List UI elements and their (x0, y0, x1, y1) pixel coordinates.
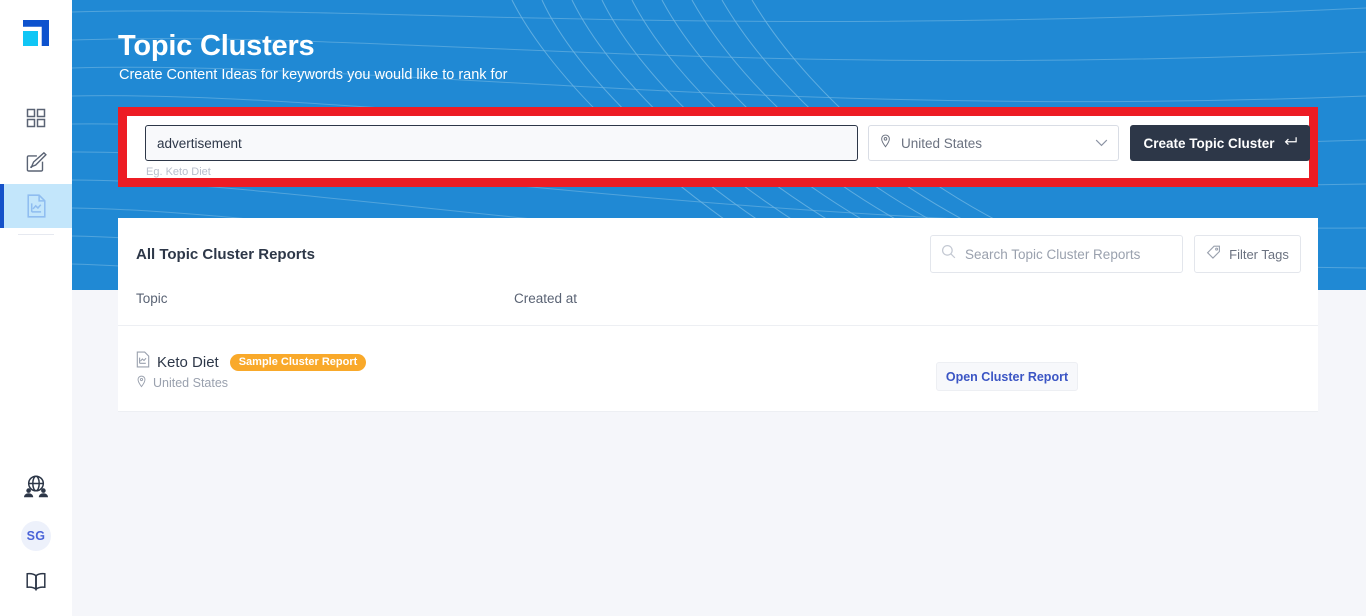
sidebar-divider (18, 234, 54, 235)
topic-input[interactable] (145, 125, 858, 161)
topic-input-hint: Eg. Keto Diet (146, 166, 211, 178)
table-row[interactable]: Keto Diet Sample Cluster Report United S… (118, 326, 1318, 412)
country-select[interactable]: United States (868, 125, 1119, 161)
chevron-down-icon (1095, 134, 1108, 152)
grid-icon (26, 108, 46, 128)
logo-mark-icon (21, 18, 51, 48)
sidebar-item-dashboard[interactable] (0, 96, 72, 140)
sidebar-item-topic-clusters[interactable] (0, 184, 72, 228)
reports-card: All Topic Cluster Reports Fi (118, 218, 1318, 412)
sidebar-item-community[interactable] (0, 464, 72, 512)
column-header-created-at: Created at (514, 291, 577, 306)
report-search-input[interactable] (965, 247, 1172, 262)
create-topic-cluster-button[interactable]: Create Topic Cluster (1130, 125, 1310, 161)
country-select-value: United States (901, 136, 1095, 151)
reports-section-title: All Topic Cluster Reports (136, 246, 315, 263)
row-location-label: United States (153, 376, 228, 390)
page-title: Topic Clusters (118, 30, 314, 63)
pencil-square-icon (25, 151, 47, 173)
map-pin-icon (136, 375, 147, 391)
open-book-icon (23, 570, 49, 599)
row-location-cell: United States (136, 375, 228, 391)
reports-table-header: Topic Created at (118, 291, 1318, 326)
filter-tags-label: Filter Tags (1229, 247, 1289, 262)
app-logo[interactable] (0, 12, 72, 54)
row-topic-name: Keto Diet (157, 354, 219, 371)
status-badge: Sample Cluster Report (230, 354, 367, 371)
report-search-box[interactable] (930, 235, 1183, 273)
open-cluster-report-button[interactable]: Open Cluster Report (936, 362, 1078, 391)
search-icon (941, 244, 956, 264)
document-chart-icon (26, 194, 47, 218)
avatar: SG (21, 521, 51, 551)
topic-search-panel-highlight: Eg. Keto Diet United States Create Topic… (118, 107, 1318, 187)
globe-people-icon (22, 472, 50, 505)
document-chart-icon (136, 351, 150, 373)
reports-card-header: All Topic Cluster Reports Fi (118, 218, 1318, 291)
tag-icon (1206, 245, 1221, 263)
sidebar-item-account[interactable]: SG (0, 512, 72, 560)
app-root: Topic Clusters Create Content Ideas for … (0, 0, 1366, 616)
row-topic-cell: Keto Diet Sample Cluster Report (136, 351, 366, 373)
sidebar-item-guide[interactable] (0, 560, 72, 608)
page-subtitle: Create Content Ideas for keywords you wo… (119, 67, 507, 83)
topic-search-panel: Eg. Keto Diet United States Create Topic… (127, 116, 1309, 178)
filter-tags-button[interactable]: Filter Tags (1194, 235, 1301, 273)
sidebar-item-content-editor[interactable] (0, 140, 72, 184)
sidebar-nav (0, 96, 72, 235)
sidebar-bottom-nav: SG (0, 464, 72, 616)
open-cluster-report-label: Open Cluster Report (946, 370, 1068, 384)
column-header-topic: Topic (136, 291, 168, 306)
map-pin-icon (879, 134, 892, 153)
sidebar: SG (0, 0, 72, 616)
enter-return-icon (1283, 136, 1297, 151)
create-topic-cluster-label: Create Topic Cluster (1143, 136, 1274, 151)
